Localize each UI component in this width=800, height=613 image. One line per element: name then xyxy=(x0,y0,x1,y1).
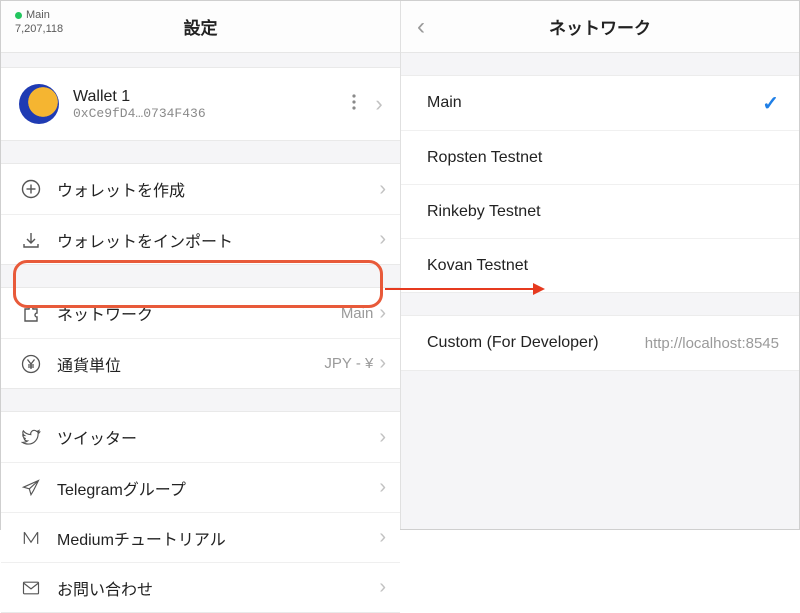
wallet-avatar-icon xyxy=(19,84,59,124)
network-title: ネットワーク xyxy=(549,14,651,39)
status-corner: Main 7,207,118 xyxy=(15,9,63,37)
row-label: ウォレットを作成 xyxy=(57,177,379,201)
mail-icon xyxy=(19,576,43,600)
settings-title: 設定 xyxy=(184,14,218,39)
row-value: Main xyxy=(341,305,374,322)
row-medium[interactable]: Mediumチュートリアル › xyxy=(1,512,400,562)
row-twitter[interactable]: ツイッター › xyxy=(1,412,400,462)
wallet-more-button[interactable] xyxy=(342,94,366,115)
status-block-number: 7,207,118 xyxy=(15,23,63,37)
wallet-card[interactable]: Wallet 1 0xCe9fD4…0734F436 › xyxy=(1,67,400,141)
network-label: Custom (For Developer) xyxy=(427,334,645,352)
chevron-right-icon: › xyxy=(379,228,386,251)
custom-network-group: Custom (For Developer) http://localhost:… xyxy=(401,315,799,371)
chevron-right-icon: › xyxy=(379,426,386,449)
row-label: 通貨単位 xyxy=(57,352,324,376)
network-label: Kovan Testnet xyxy=(427,257,779,275)
wallet-name: Wallet 1 xyxy=(73,88,342,106)
network-list: Main ✓ Ropsten Testnet Rinkeby Testnet K… xyxy=(401,75,799,293)
network-item-custom[interactable]: Custom (For Developer) http://localhost:… xyxy=(401,316,799,370)
network-item-kovan[interactable]: Kovan Testnet xyxy=(401,238,799,292)
medium-icon xyxy=(19,526,43,550)
chevron-right-icon: › xyxy=(372,91,386,117)
row-import-wallet[interactable]: ウォレットをインポート › xyxy=(1,214,400,264)
wallet-address: 0xCe9fD4…0734F436 xyxy=(73,106,342,121)
wallet-actions-group: ウォレットを作成 › ウォレットをインポート › xyxy=(1,163,400,265)
twitter-icon xyxy=(19,425,43,449)
network-label: Ropsten Testnet xyxy=(427,149,779,167)
status-network: Main xyxy=(26,9,50,21)
network-label: Main xyxy=(427,94,762,112)
row-create-wallet[interactable]: ウォレットを作成 › xyxy=(1,164,400,214)
network-item-ropsten[interactable]: Ropsten Testnet xyxy=(401,130,799,184)
row-currency[interactable]: 通貨単位 JPY - ¥ › xyxy=(1,338,400,388)
chevron-right-icon: › xyxy=(379,178,386,201)
settings-header: Main 7,207,118 設定 xyxy=(1,1,400,53)
chevron-right-icon: › xyxy=(379,476,386,499)
wallet-info: Wallet 1 0xCe9fD4…0734F436 xyxy=(73,88,342,121)
download-icon xyxy=(19,228,43,252)
puzzle-icon xyxy=(19,301,43,325)
row-label: ウォレットをインポート xyxy=(57,228,379,252)
network-pane: ‹ ネットワーク Main ✓ Ropsten Testnet Rinkeby … xyxy=(401,1,799,529)
chevron-right-icon: › xyxy=(379,352,386,375)
row-label: Telegramグループ xyxy=(57,476,379,500)
yen-circle-icon xyxy=(19,352,43,376)
row-telegram[interactable]: Telegramグループ › xyxy=(1,462,400,512)
row-contact[interactable]: お問い合わせ › xyxy=(1,562,400,612)
row-label: お問い合わせ xyxy=(57,576,379,600)
row-value: JPY - ¥ xyxy=(324,355,373,372)
network-item-main[interactable]: Main ✓ xyxy=(401,76,799,130)
row-network[interactable]: ネットワーク Main › xyxy=(1,288,400,338)
network-label: Rinkeby Testnet xyxy=(427,203,779,221)
row-label: ネットワーク xyxy=(57,301,341,325)
settings-group: ネットワーク Main › 通貨単位 JPY - ¥ › xyxy=(1,287,400,389)
links-group: ツイッター › Telegramグループ › Mediumチュートリアル › xyxy=(1,411,400,613)
telegram-icon xyxy=(19,476,43,500)
row-label: Mediumチュートリアル xyxy=(57,526,379,550)
chevron-right-icon: › xyxy=(379,302,386,325)
row-label: ツイッター xyxy=(57,425,379,449)
status-dot-icon xyxy=(15,12,22,19)
check-icon: ✓ xyxy=(762,91,779,116)
settings-pane: Main 7,207,118 設定 Wallet 1 0xCe9fD4…0734… xyxy=(1,1,401,529)
chevron-right-icon: › xyxy=(379,576,386,599)
chevron-right-icon: › xyxy=(379,526,386,549)
back-button[interactable]: ‹ xyxy=(417,15,425,39)
network-value: http://localhost:8545 xyxy=(645,335,779,352)
network-item-rinkeby[interactable]: Rinkeby Testnet xyxy=(401,184,799,238)
network-header: ‹ ネットワーク xyxy=(401,1,799,53)
plus-circle-icon xyxy=(19,177,43,201)
